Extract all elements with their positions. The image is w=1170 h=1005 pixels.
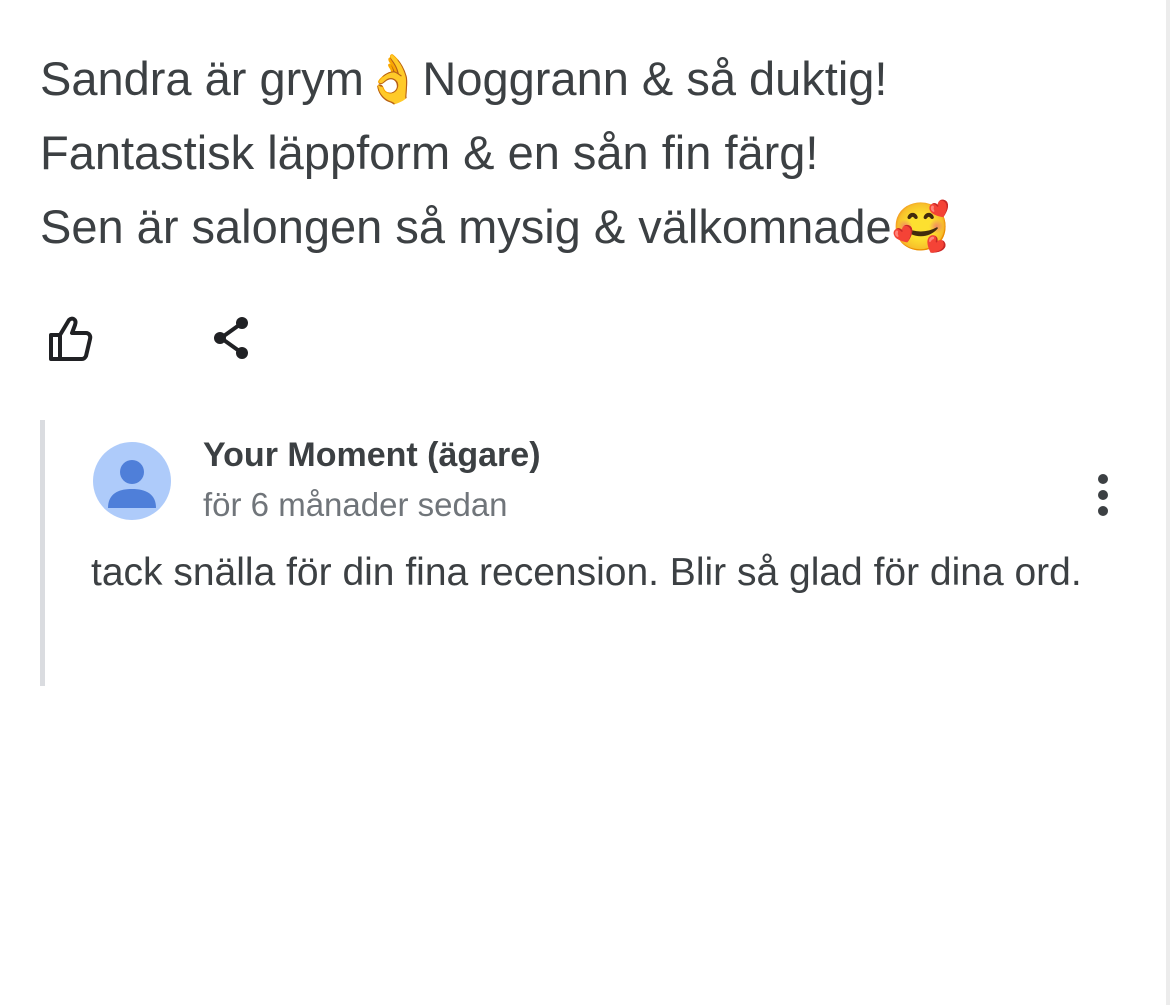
owner-name: Your Moment (ägare) xyxy=(203,436,541,474)
thumbs-up-icon xyxy=(49,316,93,361)
like-button[interactable] xyxy=(40,308,100,368)
more-options-button[interactable] xyxy=(1081,470,1125,520)
review-line-3: Sen är salongen så mysig & välkomnade🥰 xyxy=(40,200,951,253)
reply-text: tack snälla för din fina recension. Blir… xyxy=(91,551,1082,594)
review-text: Sandra är grym👌Noggrann & så duktig! Fan… xyxy=(40,42,1120,264)
review-line-1: Sandra är grym👌Noggrann & så duktig! xyxy=(40,52,888,105)
review-line-2: Fantastisk läppform & en sån fin färg! xyxy=(40,126,819,179)
reply-timestamp: för 6 månader sedan xyxy=(203,486,508,523)
person-icon xyxy=(108,460,156,508)
share-icon xyxy=(214,317,248,359)
more-vert-icon xyxy=(1098,474,1108,516)
page-edge xyxy=(1166,0,1170,1005)
avatar xyxy=(93,442,171,520)
share-button[interactable] xyxy=(202,308,262,368)
owner-reply: Your Moment (ägare) för 6 månader sedan … xyxy=(40,420,1135,686)
